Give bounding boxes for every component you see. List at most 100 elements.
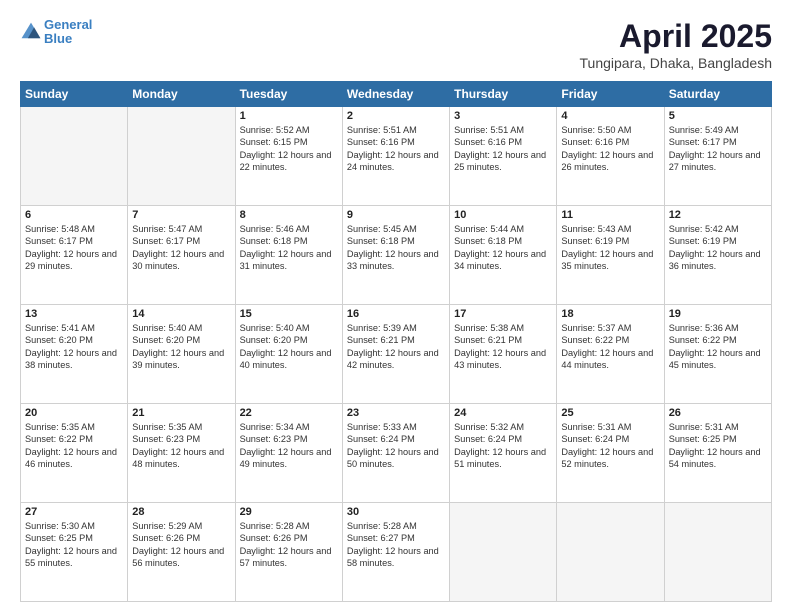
sunrise-text: Sunrise: 5:51 AM <box>454 124 552 136</box>
sunrise-text: Sunrise: 5:32 AM <box>454 421 552 433</box>
calendar-cell: 3Sunrise: 5:51 AMSunset: 6:16 PMDaylight… <box>450 107 557 206</box>
daylight-text: Daylight: 12 hours and 44 minutes. <box>561 347 659 372</box>
daylight-text: Daylight: 12 hours and 42 minutes. <box>347 347 445 372</box>
daylight-text: Daylight: 12 hours and 51 minutes. <box>454 446 552 471</box>
daylight-text: Daylight: 12 hours and 38 minutes. <box>25 347 123 372</box>
day-number: 27 <box>25 506 123 518</box>
calendar-cell: 7Sunrise: 5:47 AMSunset: 6:17 PMDaylight… <box>128 206 235 305</box>
calendar-cell: 4Sunrise: 5:50 AMSunset: 6:16 PMDaylight… <box>557 107 664 206</box>
sunset-text: Sunset: 6:22 PM <box>669 334 767 346</box>
calendar-cell: 8Sunrise: 5:46 AMSunset: 6:18 PMDaylight… <box>235 206 342 305</box>
sunrise-text: Sunrise: 5:43 AM <box>561 223 659 235</box>
calendar-week-5: 27Sunrise: 5:30 AMSunset: 6:25 PMDayligh… <box>21 503 772 602</box>
day-number: 10 <box>454 209 552 221</box>
sunset-text: Sunset: 6:24 PM <box>454 433 552 445</box>
day-number: 2 <box>347 110 445 122</box>
calendar-cell: 13Sunrise: 5:41 AMSunset: 6:20 PMDayligh… <box>21 305 128 404</box>
sunrise-text: Sunrise: 5:40 AM <box>132 322 230 334</box>
calendar-cell <box>450 503 557 602</box>
sunset-text: Sunset: 6:21 PM <box>347 334 445 346</box>
sunrise-text: Sunrise: 5:52 AM <box>240 124 338 136</box>
sunrise-text: Sunrise: 5:31 AM <box>669 421 767 433</box>
daylight-text: Daylight: 12 hours and 46 minutes. <box>25 446 123 471</box>
calendar-cell: 29Sunrise: 5:28 AMSunset: 6:26 PMDayligh… <box>235 503 342 602</box>
day-number: 22 <box>240 407 338 419</box>
sunrise-text: Sunrise: 5:28 AM <box>240 520 338 532</box>
calendar: SundayMondayTuesdayWednesdayThursdayFrid… <box>20 81 772 602</box>
daylight-text: Daylight: 12 hours and 40 minutes. <box>240 347 338 372</box>
sunrise-text: Sunrise: 5:48 AM <box>25 223 123 235</box>
calendar-cell <box>664 503 771 602</box>
day-header-sunday: Sunday <box>21 82 128 107</box>
calendar-cell <box>21 107 128 206</box>
sunset-text: Sunset: 6:23 PM <box>240 433 338 445</box>
logo-text: General Blue <box>44 18 92 47</box>
day-number: 4 <box>561 110 659 122</box>
day-number: 24 <box>454 407 552 419</box>
sunrise-text: Sunrise: 5:35 AM <box>25 421 123 433</box>
day-number: 1 <box>240 110 338 122</box>
day-number: 14 <box>132 308 230 320</box>
sunset-text: Sunset: 6:22 PM <box>561 334 659 346</box>
calendar-cell: 10Sunrise: 5:44 AMSunset: 6:18 PMDayligh… <box>450 206 557 305</box>
sunrise-text: Sunrise: 5:44 AM <box>454 223 552 235</box>
sunrise-text: Sunrise: 5:38 AM <box>454 322 552 334</box>
sunset-text: Sunset: 6:22 PM <box>25 433 123 445</box>
sunrise-text: Sunrise: 5:39 AM <box>347 322 445 334</box>
sunrise-text: Sunrise: 5:36 AM <box>669 322 767 334</box>
sunrise-text: Sunrise: 5:40 AM <box>240 322 338 334</box>
sunrise-text: Sunrise: 5:49 AM <box>669 124 767 136</box>
sunrise-text: Sunrise: 5:34 AM <box>240 421 338 433</box>
day-number: 29 <box>240 506 338 518</box>
day-number: 11 <box>561 209 659 221</box>
calendar-cell: 1Sunrise: 5:52 AMSunset: 6:15 PMDaylight… <box>235 107 342 206</box>
day-header-thursday: Thursday <box>450 82 557 107</box>
daylight-text: Daylight: 12 hours and 29 minutes. <box>25 248 123 273</box>
day-number: 23 <box>347 407 445 419</box>
calendar-week-1: 1Sunrise: 5:52 AMSunset: 6:15 PMDaylight… <box>21 107 772 206</box>
daylight-text: Daylight: 12 hours and 48 minutes. <box>132 446 230 471</box>
day-number: 21 <box>132 407 230 419</box>
sunrise-text: Sunrise: 5:31 AM <box>561 421 659 433</box>
sunrise-text: Sunrise: 5:50 AM <box>561 124 659 136</box>
sunrise-text: Sunrise: 5:30 AM <box>25 520 123 532</box>
daylight-text: Daylight: 12 hours and 30 minutes. <box>132 248 230 273</box>
sunset-text: Sunset: 6:16 PM <box>347 136 445 148</box>
sunset-text: Sunset: 6:16 PM <box>561 136 659 148</box>
sunset-text: Sunset: 6:24 PM <box>561 433 659 445</box>
daylight-text: Daylight: 12 hours and 49 minutes. <box>240 446 338 471</box>
calendar-cell: 15Sunrise: 5:40 AMSunset: 6:20 PMDayligh… <box>235 305 342 404</box>
day-number: 26 <box>669 407 767 419</box>
calendar-cell: 21Sunrise: 5:35 AMSunset: 6:23 PMDayligh… <box>128 404 235 503</box>
sunrise-text: Sunrise: 5:41 AM <box>25 322 123 334</box>
calendar-cell: 30Sunrise: 5:28 AMSunset: 6:27 PMDayligh… <box>342 503 449 602</box>
daylight-text: Daylight: 12 hours and 58 minutes. <box>347 545 445 570</box>
daylight-text: Daylight: 12 hours and 45 minutes. <box>669 347 767 372</box>
day-number: 18 <box>561 308 659 320</box>
sunset-text: Sunset: 6:26 PM <box>240 532 338 544</box>
calendar-cell: 2Sunrise: 5:51 AMSunset: 6:16 PMDaylight… <box>342 107 449 206</box>
calendar-cell: 26Sunrise: 5:31 AMSunset: 6:25 PMDayligh… <box>664 404 771 503</box>
day-number: 13 <box>25 308 123 320</box>
daylight-text: Daylight: 12 hours and 35 minutes. <box>561 248 659 273</box>
calendar-cell: 23Sunrise: 5:33 AMSunset: 6:24 PMDayligh… <box>342 404 449 503</box>
day-number: 3 <box>454 110 552 122</box>
sunset-text: Sunset: 6:25 PM <box>25 532 123 544</box>
calendar-week-4: 20Sunrise: 5:35 AMSunset: 6:22 PMDayligh… <box>21 404 772 503</box>
day-number: 5 <box>669 110 767 122</box>
calendar-cell: 25Sunrise: 5:31 AMSunset: 6:24 PMDayligh… <box>557 404 664 503</box>
sunrise-text: Sunrise: 5:33 AM <box>347 421 445 433</box>
calendar-cell: 24 Sunrise: 5:32 AMSunset: 6:24 PMDayligh… <box>450 404 557 503</box>
calendar-cell: 17Sunrise: 5:38 AMSunset: 6:21 PMDayligh… <box>450 305 557 404</box>
daylight-text: Daylight: 12 hours and 25 minutes. <box>454 149 552 174</box>
calendar-cell: 14Sunrise: 5:40 AMSunset: 6:20 PMDayligh… <box>128 305 235 404</box>
sunset-text: Sunset: 6:20 PM <box>240 334 338 346</box>
day-header-tuesday: Tuesday <box>235 82 342 107</box>
calendar-header-row: SundayMondayTuesdayWednesdayThursdayFrid… <box>21 82 772 107</box>
day-number: 28 <box>132 506 230 518</box>
day-number: 20 <box>25 407 123 419</box>
sunrise-text: Sunrise: 5:47 AM <box>132 223 230 235</box>
day-number: 17 <box>454 308 552 320</box>
sunrise-text: Sunrise: 5:51 AM <box>347 124 445 136</box>
daylight-text: Daylight: 12 hours and 55 minutes. <box>25 545 123 570</box>
